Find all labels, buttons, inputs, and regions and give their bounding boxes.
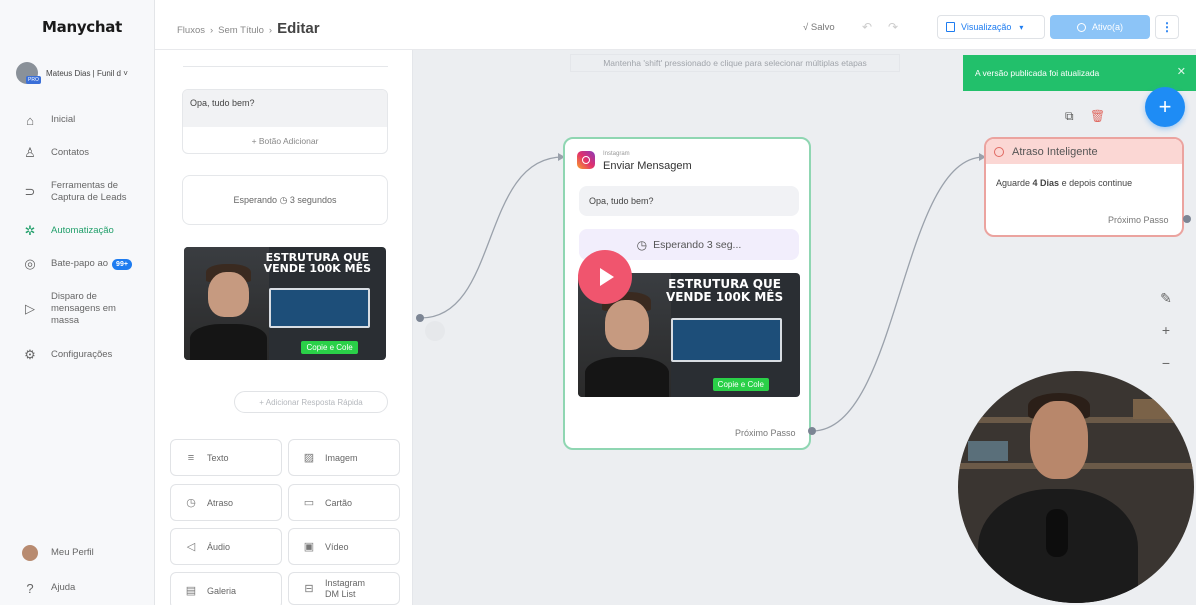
smart-delay-node[interactable]: Atraso Inteligente Aguarde 4 Dias e depo… — [984, 137, 1184, 237]
tool-label: Imagem — [325, 452, 358, 463]
delay-duration: 4 Dias — [1032, 178, 1060, 188]
video-thumbnail[interactable]: ESTRUTURA QUE VENDE 100K MÊS Copie e Col… — [184, 247, 386, 360]
clock-icon: ◷ — [186, 497, 196, 509]
node-waiting-label: Esperando 3 seg... — [653, 238, 742, 251]
tool-video-button[interactable]: ▣ Vídeo — [288, 528, 400, 565]
instagram-send-message-node[interactable]: Instagram Enviar Mensagem Opa, tudo bem?… — [563, 137, 811, 450]
tool-label: Cartão — [325, 497, 353, 508]
tool-delay-button[interactable]: ◷ Atraso — [170, 484, 282, 521]
step-editor-panel: Opa, tudo bem? + Botão Adicionar Esperan… — [155, 50, 413, 605]
thumbnail-headline: ESTRUTURA QUE VENDE 100K MÊS — [263, 250, 372, 276]
tool-label: Vídeo — [325, 541, 349, 552]
thumbnail-cta: Copie e Cole — [301, 341, 358, 355]
zoom-out-button[interactable]: − — [1156, 353, 1176, 373]
tool-label: Texto — [207, 452, 229, 463]
node-message: Opa, tudo bem? — [579, 186, 799, 216]
laptop-screen — [671, 317, 783, 363]
node-title: Enviar Mensagem — [603, 160, 692, 172]
tool-label: Galeria — [207, 585, 237, 596]
add-step-button[interactable]: + — [1145, 87, 1185, 127]
video-icon: ▣ — [303, 541, 315, 553]
waiting-block[interactable]: Esperando ◷ 3 segundos — [182, 175, 388, 225]
next-step-port[interactable] — [1183, 215, 1191, 223]
node-header: Atraso Inteligente — [986, 139, 1182, 164]
gallery-icon: ▤ — [185, 585, 197, 597]
message-block[interactable]: Opa, tudo bem? + Botão Adicionar — [182, 89, 388, 154]
laptop-screen — [268, 287, 370, 329]
tool-image-button[interactable]: ▨ Imagem — [288, 439, 400, 476]
clock-icon: ◷ — [636, 237, 648, 252]
tool-label: Áudio — [207, 541, 231, 552]
image-icon: ▨ — [303, 452, 315, 464]
message-text[interactable]: Opa, tudo bem? — [183, 90, 387, 127]
tool-label: Instagram DM List — [325, 577, 366, 599]
tool-instagram-dm-list-button[interactable]: ⊟ Instagram DM List — [288, 572, 400, 605]
speaker-icon: ◁ — [186, 541, 196, 553]
node-body: Aguarde 4 Dias e depois continue — [986, 164, 1182, 202]
add-quick-reply-button[interactable]: + Adicionar Resposta Rápida — [234, 391, 388, 413]
text-icon: ≡ — [187, 451, 195, 464]
webcam-overlay — [958, 371, 1194, 603]
add-button-button[interactable]: + Botão Adicionar — [183, 127, 387, 153]
play-icon[interactable] — [578, 250, 632, 304]
next-step-label: Próximo Passo — [1108, 215, 1169, 225]
thumbnail-headline: ESTRUTURA QUE VENDE 100K MÊS — [665, 276, 784, 304]
instagram-icon — [577, 151, 595, 169]
delay-text-suffix: e depois continue — [1059, 178, 1133, 188]
trash-icon[interactable]: 🗑 — [1090, 109, 1105, 123]
duplicate-icon[interactable]: ⧉ — [1065, 109, 1074, 124]
clock-icon — [994, 146, 1004, 157]
microphone — [1046, 509, 1068, 557]
tool-text-button[interactable]: ≡ Texto — [170, 439, 282, 476]
next-step-port[interactable] — [808, 427, 816, 435]
next-step-label: Próximo Passo — [735, 428, 796, 438]
tool-audio-button[interactable]: ◁ Áudio — [170, 528, 282, 565]
divider — [183, 66, 388, 67]
tool-gallery-button[interactable]: ▤ Galeria — [170, 572, 282, 605]
zoom-in-button[interactable]: + — [1156, 320, 1176, 340]
tool-card-button[interactable]: ▭ Cartão — [288, 484, 400, 521]
output-port[interactable] — [416, 314, 424, 322]
tool-label: Atraso — [207, 497, 234, 508]
list-icon: ⊟ — [304, 583, 314, 595]
thumbnail-cta: Copie e Cole — [712, 377, 769, 391]
delay-text-prefix: Aguarde — [996, 178, 1033, 188]
pin-icon[interactable]: ✎ — [1156, 288, 1176, 308]
node-title: Atraso Inteligente — [1012, 145, 1098, 158]
card-icon: ▭ — [303, 497, 315, 509]
node-platform: Instagram — [603, 151, 630, 157]
